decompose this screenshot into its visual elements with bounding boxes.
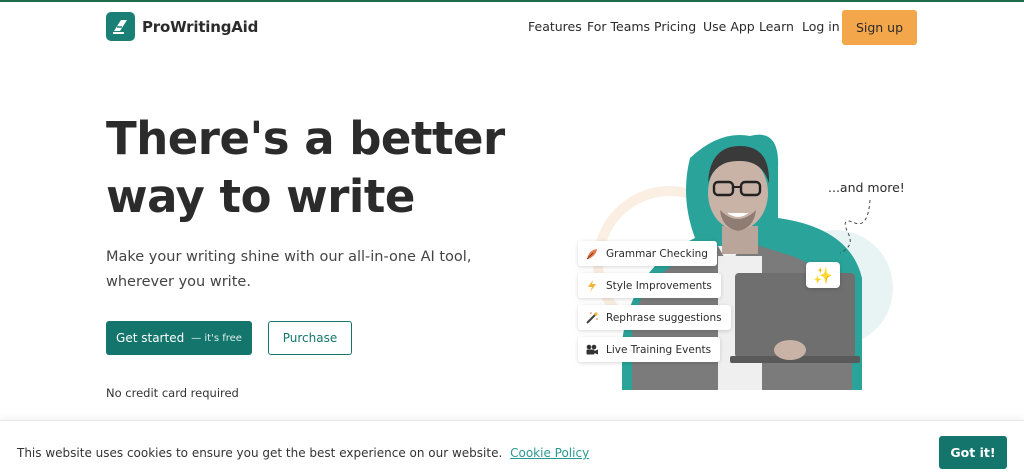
feather-icon	[585, 247, 599, 261]
cookie-accept-button[interactable]: Got it!	[939, 436, 1007, 469]
get-started-button[interactable]: Get started — it's free	[106, 321, 252, 355]
sparkle-icon: ✨	[806, 262, 840, 288]
get-started-free-note: — it's free	[191, 332, 242, 344]
logo[interactable]: ProWritingAid	[106, 12, 258, 41]
logo-icon	[106, 12, 135, 41]
cookie-policy-link[interactable]: Cookie Policy	[510, 446, 589, 460]
feature-card-label: Style Improvements	[606, 279, 712, 292]
cookie-text: This website uses cookies to ensure you …	[17, 446, 503, 460]
nav-login[interactable]: Log in	[802, 19, 840, 34]
purchase-button[interactable]: Purchase	[268, 321, 352, 355]
hero-subtitle: Make your writing shine with our all-in-…	[106, 245, 486, 295]
feature-card-label: Grammar Checking	[606, 247, 708, 260]
feature-card-label: Rephrase suggestions	[606, 311, 722, 324]
hero-title: There's a better way to write	[106, 110, 526, 226]
nav-learn[interactable]: Learn	[759, 19, 794, 34]
no-credit-card-note: No credit card required	[106, 386, 239, 400]
hero-title-line-1: There's a better	[106, 112, 505, 165]
magic-wand-icon	[585, 311, 599, 325]
logo-text: ProWritingAid	[142, 17, 259, 36]
feature-card-rephrase: Rephrase suggestions	[578, 305, 731, 330]
nav-use-app[interactable]: Use App	[703, 19, 755, 34]
and-more-label: ...and more!	[828, 180, 905, 195]
nav-pricing[interactable]: Pricing	[654, 19, 696, 34]
feature-card-grammar: Grammar Checking	[578, 241, 717, 266]
hero-subtitle-line-1: Make your writing shine with our all-in-…	[106, 249, 472, 265]
nav-features[interactable]: Features	[528, 19, 582, 34]
hero-title-line-2: way to write	[106, 170, 415, 223]
feature-card-style: Style Improvements	[578, 273, 721, 298]
cookie-message: This website uses cookies to ensure you …	[17, 446, 589, 460]
feature-card-training: Live Training Events	[578, 337, 721, 362]
video-camera-icon	[585, 343, 599, 357]
site-header: ProWritingAid Features For Teams Pricing…	[0, 2, 1024, 48]
nav-for-teams[interactable]: For Teams	[587, 19, 650, 34]
hero-subtitle-line-2: wherever you write.	[106, 274, 251, 290]
feature-card-label: Live Training Events	[606, 343, 712, 356]
lightning-icon	[585, 279, 599, 293]
signup-button[interactable]: Sign up	[842, 10, 917, 45]
hero-illustration: ...and more! Grammar Checking Style Impr…	[570, 128, 930, 398]
cookie-banner: This website uses cookies to ensure you …	[0, 420, 1024, 473]
get-started-label: Get started	[116, 331, 185, 345]
